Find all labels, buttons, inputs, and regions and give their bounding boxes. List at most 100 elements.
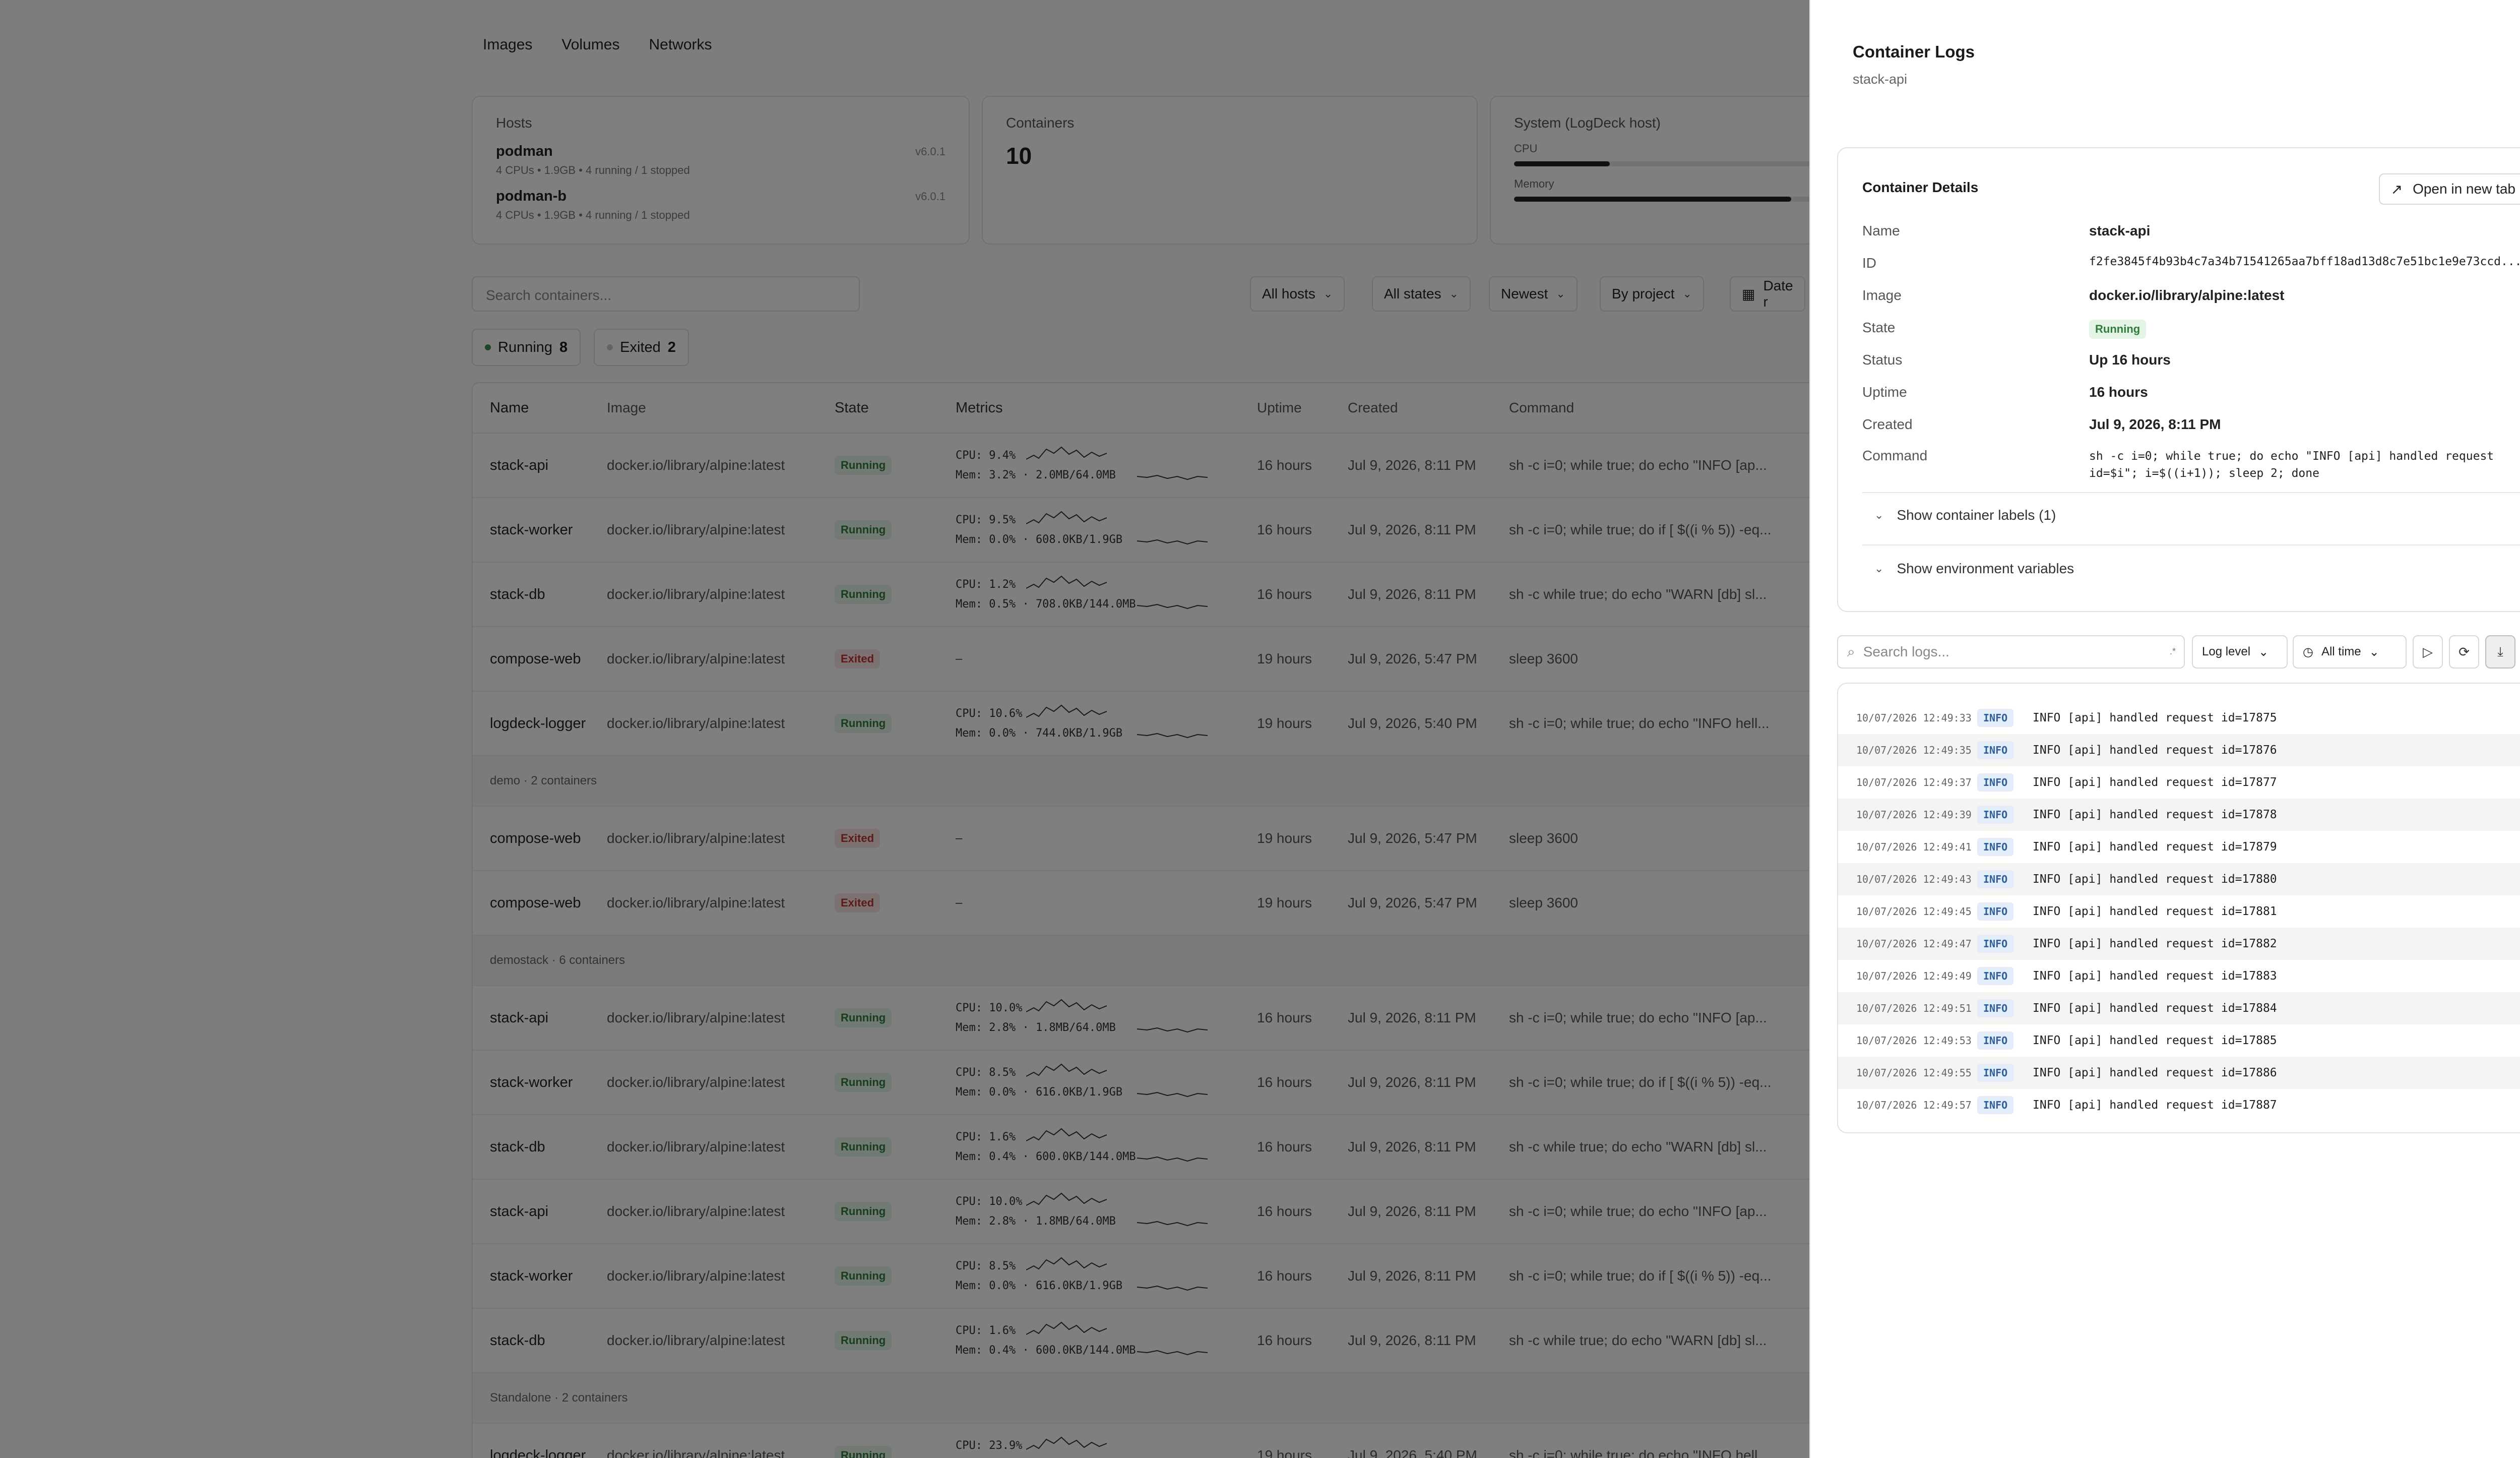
log-line[interactable]: 10/07/2026 12:49:55 INFO INFO [api] handle… [1838,1057,2520,1089]
log-level-badge: INFO [1977,1064,2014,1082]
log-level-badge: INFO [1977,741,2014,759]
drawer-title: Container Logs [1853,42,1975,61]
log-line[interactable]: 10/07/2026 12:49:41 INFO INFO [api] handle… [1838,831,2520,863]
log-line[interactable]: 10/07/2026 12:49:49 INFO INFO [api] handle… [1838,960,2520,992]
log-viewer: 10/07/2026 12:49:33 INFO INFO [api] handle… [1837,683,2520,1133]
log-message: INFO [api] handled request id=17875 [2033,711,2277,724]
detail-value: 16 hours [2089,384,2148,400]
log-line[interactable]: 10/07/2026 12:49:57 INFO INFO [api] handle… [1838,1089,2520,1121]
detail-value: Up 16 hours [2089,352,2171,368]
log-level-badge: INFO [1977,935,2014,953]
log-level-badge: INFO [1977,709,2014,727]
log-line[interactable]: 10/07/2026 12:49:47 INFO INFO [api] handle… [1838,928,2520,960]
log-line[interactable]: 10/07/2026 12:49:45 INFO INFO [api] handle… [1838,895,2520,928]
detail-row-image: Image docker.io/library/alpine:latest [1862,287,2520,308]
detail-key: State [1862,320,1896,335]
log-line[interactable]: 10/07/2026 12:49:51 INFO INFO [api] handle… [1838,992,2520,1024]
log-timestamp: 10/07/2026 12:49:47 [1856,938,1972,950]
log-line[interactable]: 10/07/2026 12:49:53 INFO INFO [api] handle… [1838,1024,2520,1057]
detail-row-uptime: Uptime 16 hours [1862,384,2520,404]
log-message: INFO [api] handled request id=17877 [2033,776,2277,789]
divider [1862,544,2520,545]
download-icon: ⤓ [2497,644,2503,659]
log-level-cell: INFO [1977,1064,2033,1082]
log-line[interactable]: 10/07/2026 12:49:43 INFO INFO [api] handle… [1838,863,2520,895]
log-level-cell: INFO [1977,741,2033,759]
log-message: INFO [api] handled request id=17880 [2033,873,2277,886]
log-message: INFO [api] handled request id=17879 [2033,840,2277,854]
log-level-dropdown[interactable]: Log level ⌄ [2192,635,2288,669]
detail-value: f2fe3845f4b93b4c7a34b71541265aa7bff18ad1… [2089,255,2520,268]
log-message: INFO [api] handled request id=17884 [2033,1002,2277,1015]
chevron-down-icon: ⌄ [2369,645,2379,659]
show-container-labels-toggle[interactable]: ⌄ Show container labels (1) [1874,507,2056,523]
log-timestamp: 10/07/2026 12:49:41 [1856,841,1972,853]
refresh-button[interactable]: ⟳ [2449,635,2479,669]
log-level-cell: INFO [1977,709,2033,727]
log-line[interactable]: 10/07/2026 12:49:35 INFO INFO [api] handle… [1838,734,2520,766]
log-level-cell: INFO [1977,1031,2033,1050]
log-message: INFO [api] handled request id=17876 [2033,744,2277,757]
log-line[interactable]: 10/07/2026 12:49:33 INFO INFO [api] handle… [1838,702,2520,734]
log-timestamp: 10/07/2026 12:49:33 [1856,712,1972,724]
detail-value: stack-api [2089,223,2151,238]
detail-row-command: Command sh -c i=0; while true; do echo "I… [1862,448,2520,484]
open-tab-label: Open in new tab [2413,181,2515,197]
detail-key: Command [1862,448,1928,463]
log-level-badge: INFO [1977,1096,2014,1114]
container-logs-drawer: ✕ Container Logs stack-api Container Det… [1809,0,2520,1458]
log-level-badge: INFO [1977,806,2014,824]
chevron-down-icon: ⌄ [1874,509,1884,521]
detail-value: docker.io/library/alpine:latest [2089,287,2285,303]
log-message: INFO [api] handled request id=17878 [2033,808,2277,821]
log-timestamp: 10/07/2026 12:49:57 [1856,1099,1972,1111]
log-message: INFO [api] handled request id=17885 [2033,1034,2277,1047]
log-search-input[interactable]: ⌕ Search logs... .* [1837,635,2185,669]
detail-row-created: Created Jul 9, 2026, 8:11 PM [1862,416,2520,437]
log-message: INFO [api] handled request id=17881 [2033,905,2277,918]
log-level-badge: INFO [1977,870,2014,888]
log-timestamp: 10/07/2026 12:49:49 [1856,970,1972,982]
container-details-card: Container Details ↗ Open in new tab Name… [1837,147,2520,612]
log-timestamp: 10/07/2026 12:49:53 [1856,1035,1972,1047]
log-message: INFO [api] handled request id=17882 [2033,937,2277,950]
log-message: INFO [api] handled request id=17886 [2033,1066,2277,1079]
log-timestamp: 10/07/2026 12:49:39 [1856,809,1972,821]
status-badge: Running [2089,320,2147,339]
detail-row-name: Name stack-api [1862,223,2520,243]
search-icon: ⌕ [1847,643,1855,659]
log-level-badge: INFO [1977,773,2014,792]
log-line[interactable]: 10/07/2026 12:49:37 INFO INFO [api] handle… [1838,766,2520,799]
log-level-badge: INFO [1977,1031,2014,1050]
log-timestamp: 10/07/2026 12:49:35 [1856,744,1972,756]
open-in-new-tab-button[interactable]: ↗ Open in new tab [2378,173,2520,205]
show-env-vars-toggle[interactable]: ⌄ Show environment variables [1874,561,2074,577]
log-timestamp: 10/07/2026 12:49:55 [1856,1067,1972,1079]
chevron-down-icon: ⌄ [2258,645,2269,659]
play-button[interactable]: ▷ [2413,635,2443,669]
log-level-badge: INFO [1977,967,2014,985]
modal-overlay[interactable] [0,0,1809,1458]
chevron-down-icon: ⌄ [1874,562,1884,575]
detail-key: ID [1862,255,1876,271]
download-button[interactable]: ⤓ [2485,635,2515,669]
log-level-cell: INFO [1977,902,2033,921]
log-level-cell: INFO [1977,773,2033,792]
log-level-cell: INFO [1977,838,2033,856]
drawer-subtitle: stack-api [1853,72,1908,87]
log-line[interactable]: 10/07/2026 12:49:39 INFO INFO [api] handle… [1838,799,2520,831]
detail-key: Image [1862,287,1902,303]
time-range-dropdown[interactable]: ◷ All time ⌄ [2293,635,2407,669]
log-level-badge: INFO [1977,902,2014,921]
log-timestamp: 10/07/2026 12:49:45 [1856,905,1972,918]
log-level-label: Log level [2202,645,2251,658]
refresh-icon: ⟳ [2459,644,2470,659]
log-message: INFO [api] handled request id=17887 [2033,1099,2277,1112]
regex-toggle[interactable]: .* [2170,646,2176,657]
log-level-cell: INFO [1977,999,2033,1017]
clock-icon: ◷ [2303,645,2313,659]
log-level-cell: INFO [1977,935,2033,953]
log-level-badge: INFO [1977,838,2014,856]
detail-value: sh -c i=0; while true; do echo "INFO [ap… [2089,450,2494,480]
log-timestamp: 10/07/2026 12:49:51 [1856,1002,1972,1014]
